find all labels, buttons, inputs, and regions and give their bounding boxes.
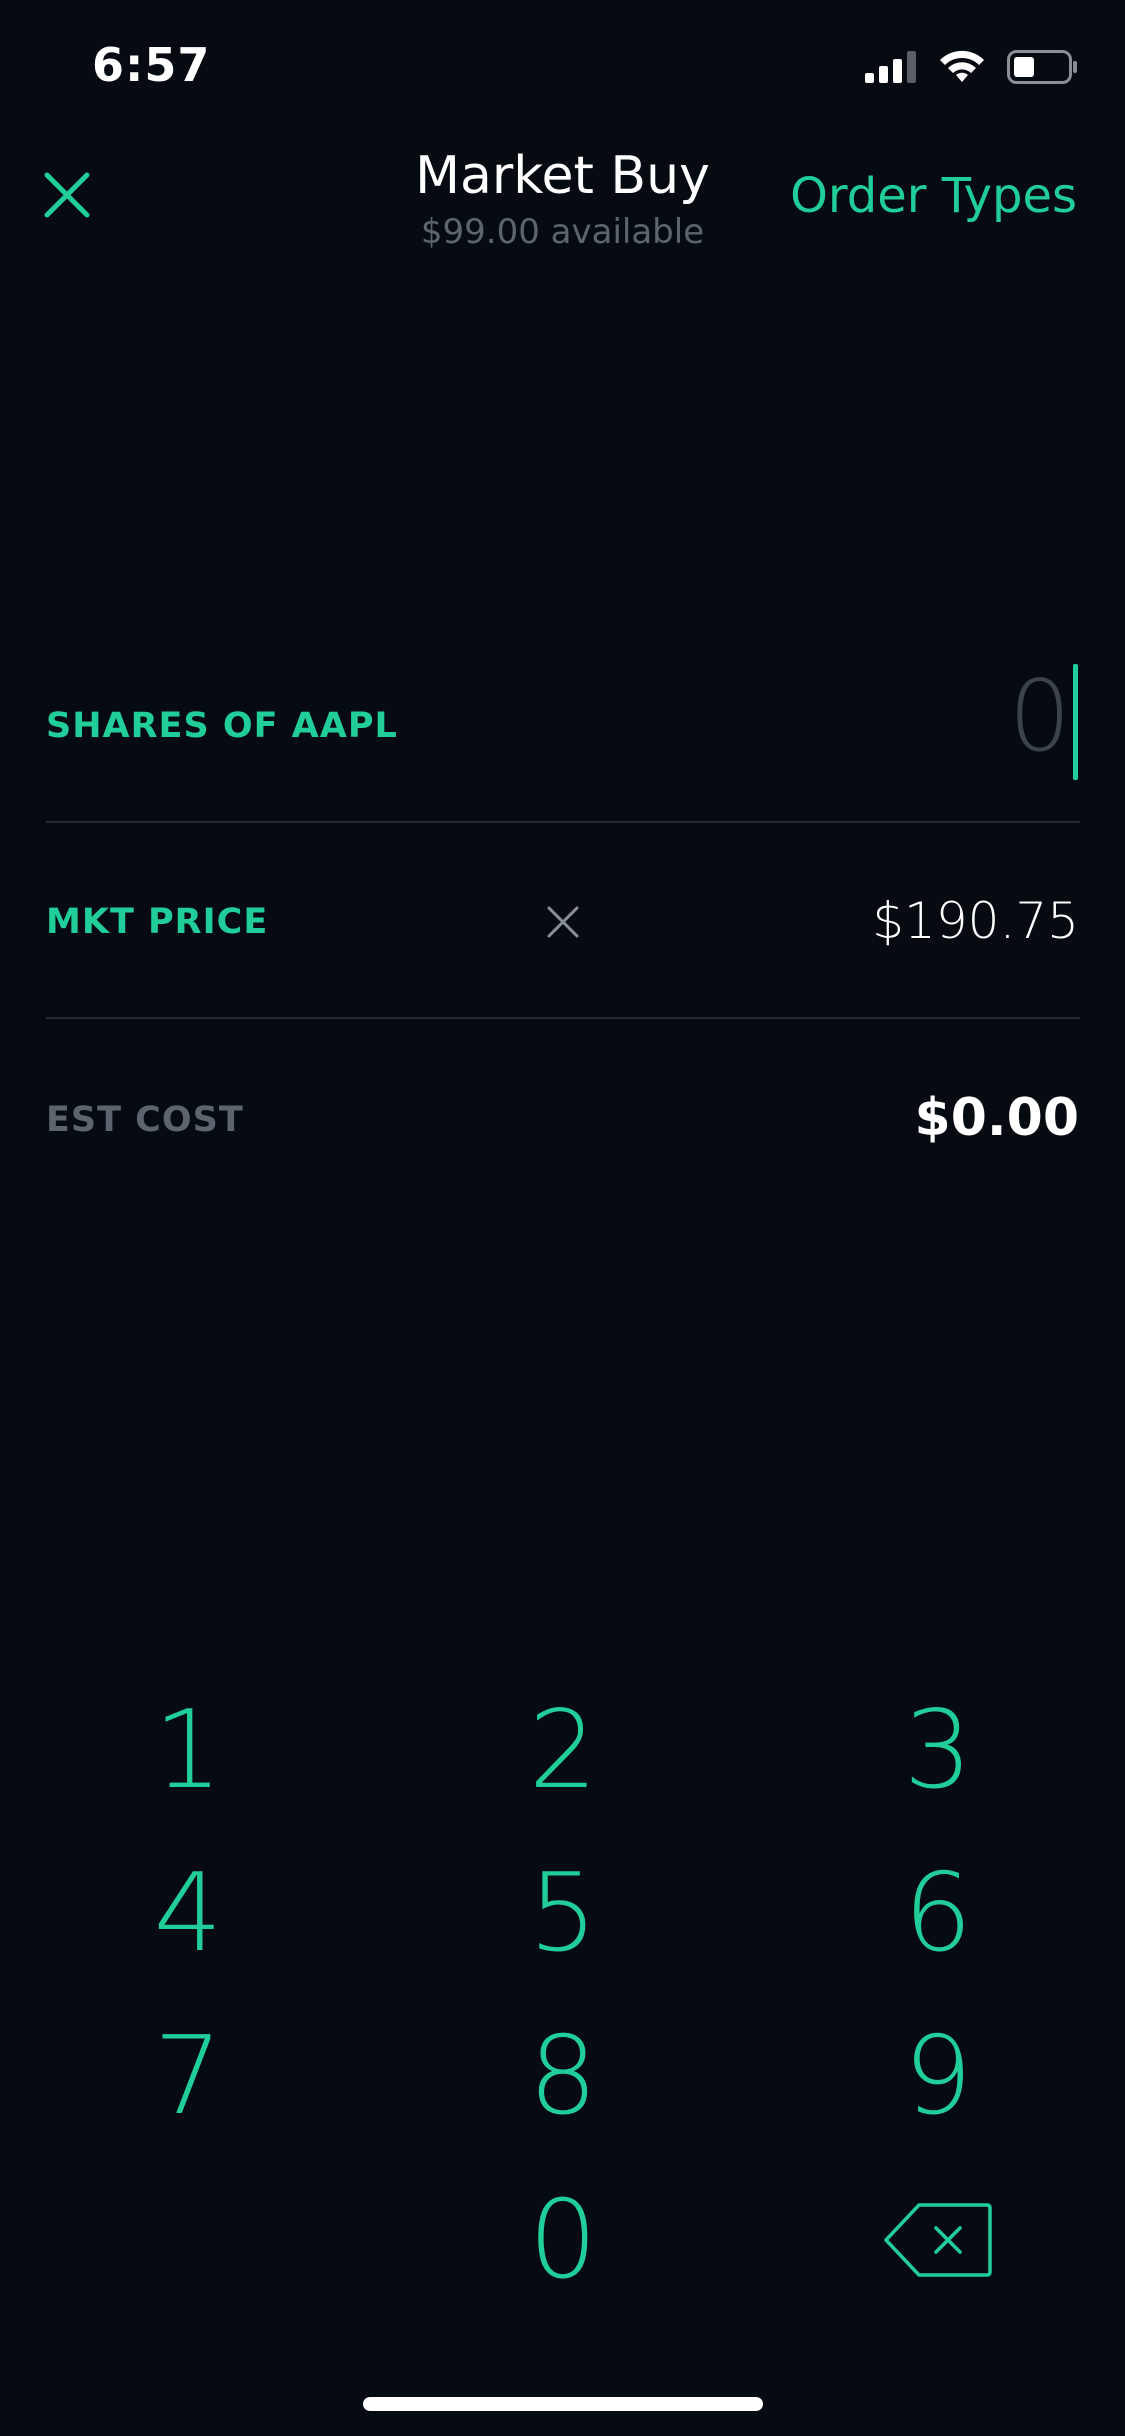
keypad-key-2[interactable]: 2 [443, 1680, 683, 1820]
close-icon [547, 906, 579, 938]
backspace-icon [884, 2203, 992, 2277]
keypad-key-3[interactable]: 3 [818, 1680, 1058, 1820]
backspace-button[interactable] [818, 2170, 1058, 2310]
home-indicator[interactable] [363, 2397, 763, 2411]
keypad-key-1[interactable]: 1 [68, 1680, 308, 1820]
divider [46, 821, 1080, 823]
keypad-key-8[interactable]: 8 [443, 2006, 683, 2146]
status-time: 6:57 [92, 38, 211, 92]
est-cost-value: $0.00 [914, 1088, 1079, 1148]
status-icons [865, 50, 1079, 84]
text-cursor [1073, 664, 1078, 780]
shares-label: SHARES OF AAPL [46, 706, 398, 746]
est-cost-label: EST COST [46, 1100, 244, 1140]
order-types-button[interactable]: Order Types [790, 168, 1077, 224]
divider [46, 1017, 1080, 1019]
market-price-clear-button[interactable] [545, 904, 581, 940]
keypad-key-6[interactable]: 6 [818, 1843, 1058, 1983]
battery-icon [1007, 50, 1077, 84]
keypad-key-4[interactable]: 4 [68, 1843, 308, 1983]
keypad-key-0[interactable]: 0 [443, 2170, 683, 2310]
market-price-label: MKT PRICE [46, 902, 269, 942]
wifi-icon [940, 50, 984, 82]
keypad-key-5[interactable]: 5 [443, 1843, 683, 1983]
shares-input[interactable]: 0 [1009, 660, 1071, 774]
keypad-key-9[interactable]: 9 [818, 2006, 1058, 2146]
market-price-value: $190.75 [872, 892, 1079, 950]
keypad-key-7[interactable]: 7 [68, 2006, 308, 2146]
cellular-signal-icon [865, 51, 916, 83]
